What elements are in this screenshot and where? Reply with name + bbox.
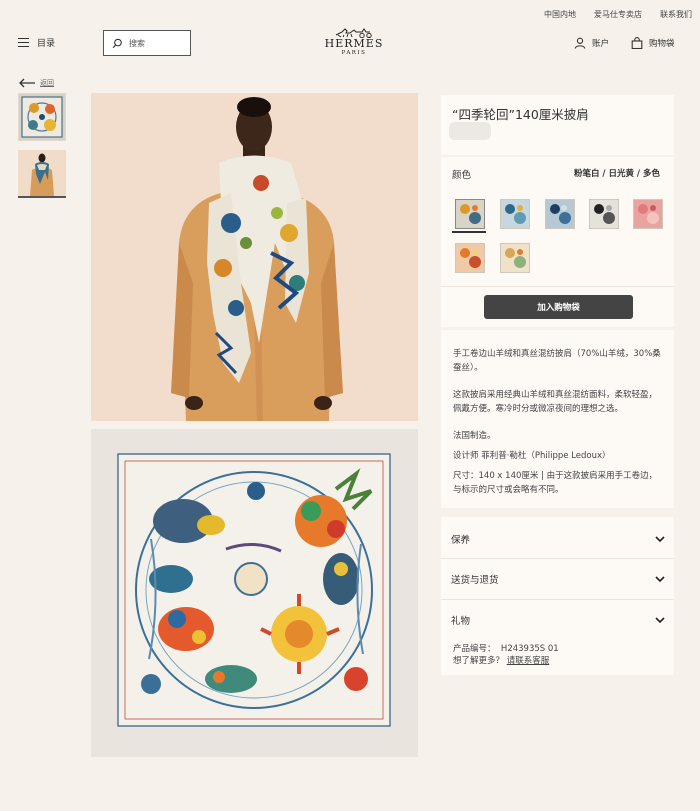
swatch-image — [638, 204, 659, 224]
swatch-image — [550, 204, 571, 224]
back-label: 返回 — [40, 79, 54, 87]
reference-label: 产品编号： — [453, 644, 496, 654]
brand-name: HERMÈS — [324, 37, 384, 50]
reference-value: H243935S 01 — [500, 644, 559, 654]
accordion-delivery-returns[interactable]: 送货与退货 — [451, 568, 665, 590]
account-button[interactable]: 账户 — [574, 37, 609, 49]
shopping-bag-icon — [631, 37, 643, 49]
accordion-delivery-label: 送货与退货 — [451, 575, 499, 586]
thumbnail-scarf[interactable] — [18, 93, 66, 141]
menu-label: 目录 — [37, 39, 56, 49]
brand-city: PARIS — [341, 50, 367, 56]
add-to-cart-button[interactable]: 加入购物袋 — [484, 295, 633, 319]
contact-service-link[interactable]: 请联系客服 — [507, 656, 550, 666]
thumbnail-model[interactable] — [18, 150, 66, 198]
made-in-text: 法国制造。 — [453, 431, 496, 441]
swatch-black-white[interactable] — [589, 199, 619, 229]
help-prefix: 想了解更多？ — [453, 656, 505, 666]
accordion-gift-label: 礼物 — [451, 616, 471, 627]
product-photo-model — [91, 93, 418, 421]
top-link-region[interactable]: 中国内地 — [544, 9, 576, 20]
description-paragraph-1: 手工卷边山羊绒和真丝混纺披肩（70%山羊绒，30%桑蚕丝）。 — [453, 349, 661, 373]
arrow-left-icon — [19, 78, 35, 88]
search-placeholder: 搜索 — [129, 38, 145, 48]
chevron-down-icon — [655, 535, 665, 542]
swatch-image — [460, 248, 481, 268]
swatch-sand-multi[interactable] — [500, 243, 530, 273]
accordion-care-label: 保养 — [451, 535, 471, 546]
swatch-blue-multi[interactable] — [500, 199, 530, 229]
scarf-thumbnail-image — [21, 96, 63, 138]
model-thumbnail-image — [18, 150, 66, 196]
swatch-pink[interactable] — [633, 199, 663, 229]
swatch-orange-multi[interactable] — [455, 243, 485, 273]
size-text: 尺寸：140 x 140厘米 | 由于这款披肩采用手工卷边，与标示的尺寸或会略有… — [453, 471, 658, 495]
search-input[interactable]: 搜索 — [103, 30, 191, 56]
help-line: 想了解更多？ 请联系客服 — [453, 654, 549, 666]
product-title: “四季轮回”140厘米披肩 — [452, 107, 589, 122]
swatch-image — [460, 204, 481, 224]
swatch-navy-multi[interactable] — [545, 199, 575, 229]
chevron-down-icon — [655, 575, 665, 582]
accordion-care[interactable]: 保养 — [451, 528, 665, 550]
price-placeholder — [449, 122, 491, 140]
divider — [441, 558, 674, 559]
back-link[interactable]: 返回 — [18, 78, 54, 88]
search-icon — [112, 38, 122, 48]
accordion-gift[interactable]: 礼物 — [451, 609, 665, 631]
color-label: 颜色 — [452, 170, 472, 181]
description-paragraph-2: 这款披肩采用经典山羊绒和真丝混纺面料，柔软轻盈，佩戴方便。寒冷时分或微凉夜间的理… — [453, 390, 658, 414]
designer-text: 设计师 菲利普·勒杜（Philippe Ledoux） — [453, 451, 611, 461]
chevron-down-icon — [655, 616, 665, 623]
top-link-stores[interactable]: 爱马仕专卖店 — [594, 9, 642, 20]
product-photo-scarf — [91, 429, 418, 757]
header: 中国内地 爱马仕专卖店 联系我们 目录 搜索 HERMÈS PARIS 账户 购… — [0, 0, 700, 68]
product-reference: 产品编号： H243935S 01 — [453, 642, 559, 654]
user-icon — [574, 37, 586, 49]
account-label: 账户 — [592, 39, 610, 49]
color-value: 粉笔白 / 日光黄 / 多色 — [573, 169, 660, 179]
selected-swatch-indicator — [452, 231, 486, 233]
divider — [441, 286, 674, 287]
top-links: 中国内地 爱马仕专卖店 联系我们 — [544, 9, 692, 20]
divider — [441, 599, 674, 600]
cart-label: 购物袋 — [649, 39, 675, 49]
brand-logo[interactable]: HERMÈS PARIS — [324, 26, 384, 56]
top-link-contact[interactable]: 联系我们 — [660, 9, 692, 20]
cart-button[interactable]: 购物袋 — [631, 37, 675, 49]
menu-icon — [18, 38, 29, 48]
swatch-image — [505, 204, 526, 224]
menu-button[interactable]: 目录 — [18, 36, 55, 49]
swatch-image — [505, 248, 526, 268]
swatch-image — [594, 204, 615, 224]
swatch-chalk-sunlight-multi[interactable] — [455, 199, 485, 229]
